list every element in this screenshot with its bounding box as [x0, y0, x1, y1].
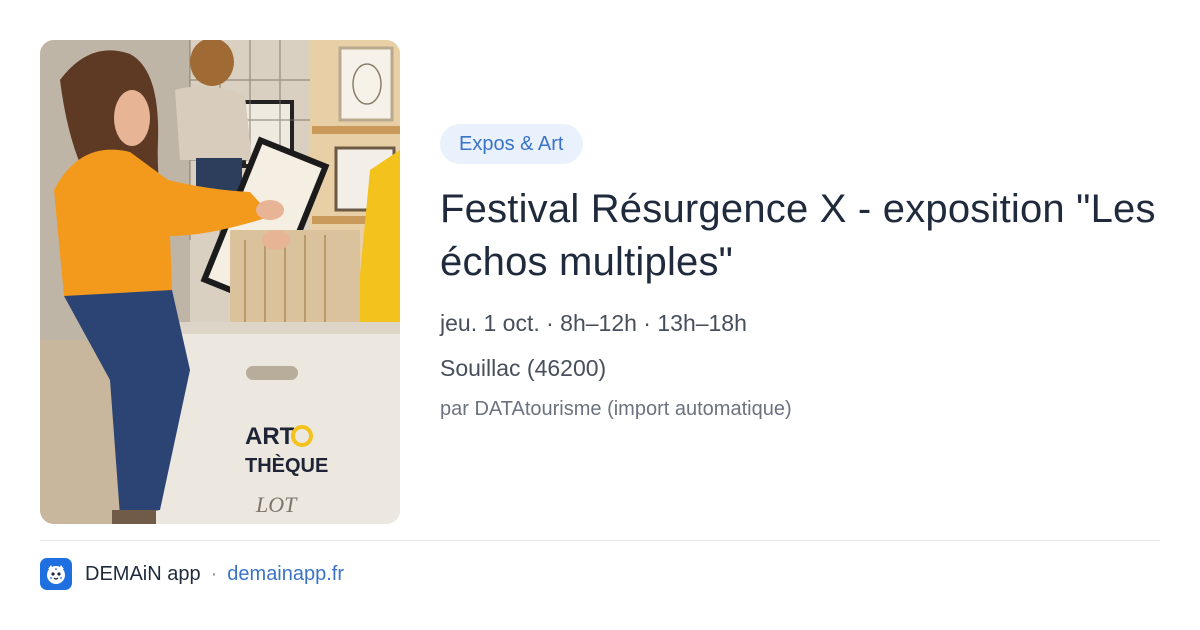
footer: DEMAiN app · demainapp.fr — [40, 558, 344, 590]
app-name: DEMAiN app — [85, 562, 201, 585]
event-details: Expos & Art Festival Résurgence X - expo… — [440, 124, 1160, 423]
event-source: par DATAtourisme (import automatique) — [440, 398, 792, 420]
box-stamp: LOT — [255, 492, 298, 517]
event-datetime: jeu. 1 oct. · 8h–12h · 13h–18h — [440, 310, 747, 336]
link-preview-card[interactable]: ART THÈQUE LOT Expos & Art Festival Résu… — [0, 0, 1200, 630]
footer-divider — [40, 540, 1160, 541]
snow-leopard-logo-icon — [40, 558, 72, 590]
event-title[interactable]: Festival Résurgence X - exposition "Les … — [440, 183, 1160, 289]
event-photo: ART THÈQUE LOT — [40, 40, 400, 524]
event-location: Souillac (46200) — [440, 355, 607, 381]
box-text-theque: THÈQUE — [245, 454, 328, 477]
category-badge[interactable]: Expos & Art — [440, 124, 583, 164]
box-text-art: ART — [245, 423, 295, 450]
footer-separator: · — [210, 562, 218, 585]
app-link[interactable]: demainapp.fr — [227, 563, 344, 586]
